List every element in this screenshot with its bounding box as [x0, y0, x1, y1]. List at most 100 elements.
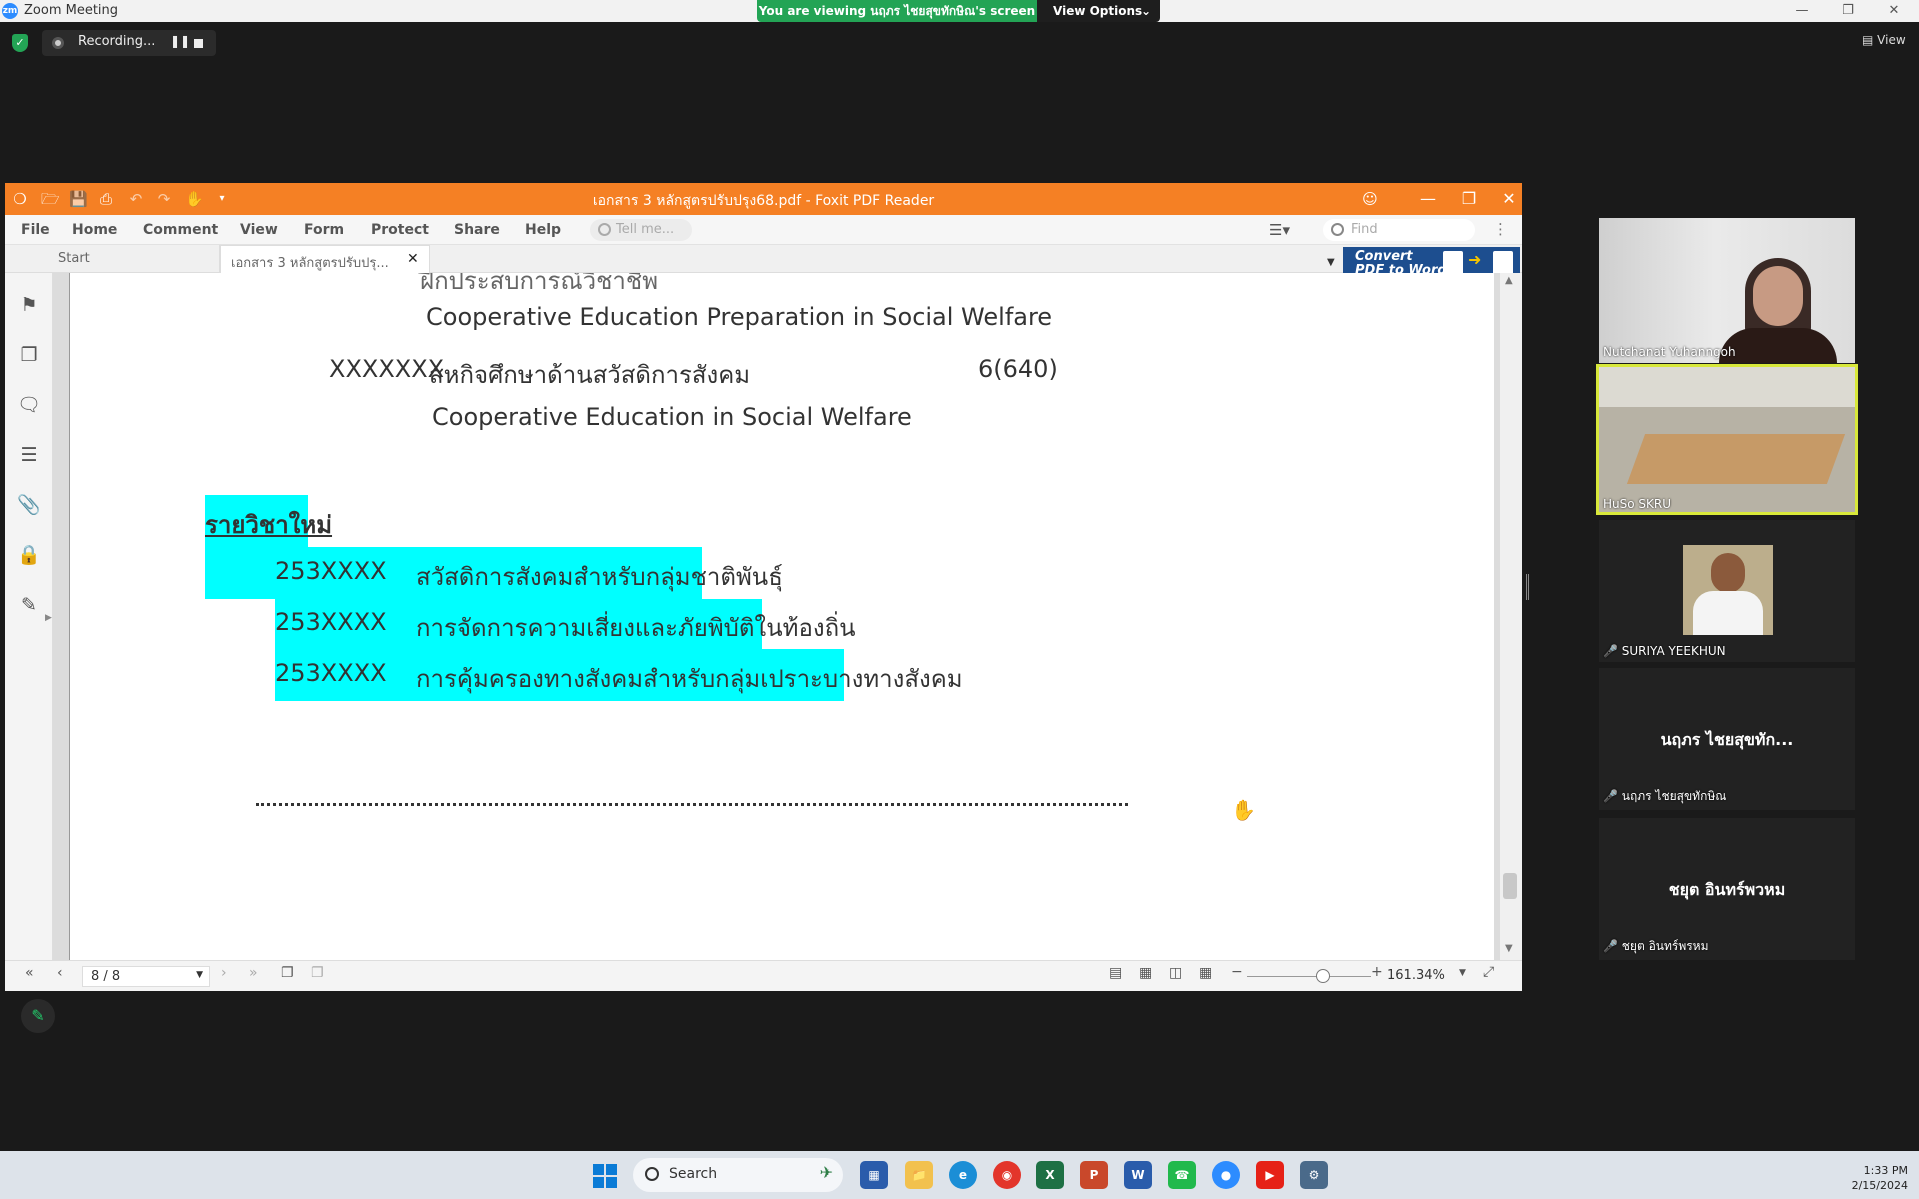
menu-comment[interactable]: Comment — [143, 222, 218, 238]
participant-display-name: นฤภร ไชยสุขทัก... — [1660, 730, 1794, 749]
scroll-down-icon[interactable]: ▼ — [1505, 943, 1513, 954]
ad-dropdown-icon[interactable]: ▼ — [1327, 257, 1335, 268]
menu-share[interactable]: Share — [454, 222, 500, 238]
photo-face — [1711, 553, 1745, 593]
windows-start-icon[interactable] — [593, 1164, 617, 1188]
viewing-banner: You are viewing นฤภร ไชยสุขทักษิณ's scre… — [757, 0, 1037, 22]
splitter-handle[interactable] — [1526, 574, 1529, 600]
menu-form[interactable]: Form — [304, 222, 344, 238]
participant-tile[interactable]: ชยุต อินทร์พวหม 🎤 ชยุต อินทร์พรหม — [1599, 818, 1855, 960]
restore-icon[interactable]: ❐ — [1830, 1, 1866, 21]
stop-recording-icon[interactable] — [194, 39, 203, 48]
facing-page-icon[interactable]: ◫ — [1169, 965, 1182, 981]
next-view-icon[interactable]: ❐ — [311, 965, 324, 981]
menu-help[interactable]: Help — [525, 222, 561, 238]
zoom-slider-knob[interactable] — [1316, 969, 1330, 983]
zoom-app-icon[interactable]: ● — [1212, 1161, 1240, 1189]
store-app-icon[interactable]: ▦ — [860, 1161, 888, 1189]
continuous-page-icon[interactable]: ▦ — [1139, 965, 1152, 981]
clock-time: 1:33 PM — [1863, 1164, 1908, 1177]
search-icon — [1331, 223, 1344, 236]
zoom-out-icon[interactable]: − — [1231, 964, 1243, 980]
comments-icon[interactable]: 🗨 — [17, 393, 41, 417]
taskbar-search-label: Search — [669, 1166, 718, 1182]
first-page-icon[interactable]: « — [25, 965, 34, 981]
layers-icon[interactable]: ☰ — [17, 443, 41, 467]
page-number-input[interactable]: 8 / 8 ▼ — [82, 966, 210, 987]
chevron-down-icon: ⌄ — [1141, 4, 1152, 18]
participant-tile[interactable]: 🎤 SURIYA YEEKHUN — [1599, 520, 1855, 662]
single-page-icon[interactable]: ▤ — [1109, 965, 1122, 981]
chrome-icon[interactable]: ◉ — [993, 1161, 1021, 1189]
tab-document[interactable]: เอกสาร 3 หลักสูตรปรับปรุ... ✕ — [220, 245, 430, 273]
settings-app-icon[interactable]: ⚙ — [1300, 1161, 1328, 1189]
tell-me-placeholder: Tell me... — [616, 222, 675, 237]
tab-start-label: Start — [58, 251, 90, 266]
participant-tile[interactable]: Nutchanat Yuhanngoh — [1599, 218, 1855, 363]
document-area[interactable]: ฝึกประสบการณ์วิชาชีพ Cooperative Educati… — [53, 273, 1500, 960]
close-icon[interactable]: ✕ — [1876, 1, 1912, 21]
taskbar-clock[interactable]: 1:33 PM 2/15/2024 — [1820, 1163, 1908, 1193]
line-icon[interactable]: ☎ — [1168, 1161, 1196, 1189]
word-icon[interactable]: W — [1124, 1161, 1152, 1189]
vertical-scrollbar[interactable]: ▲ ▼ — [1500, 273, 1522, 960]
previous-view-icon[interactable]: ❐ — [281, 965, 294, 981]
view-options-label: View Options — [1053, 4, 1143, 18]
participant-display-name: ชยุต อินทร์พวหม — [1668, 880, 1786, 899]
close-tab-icon[interactable]: ✕ — [407, 251, 419, 267]
shield-icon[interactable]: ✓ — [12, 34, 28, 52]
menu-view[interactable]: View — [240, 222, 278, 238]
participant-tile[interactable]: นฤภร ไชยสุขทัก... 🎤 นฤภร ไชยสุขทักษิณ — [1599, 668, 1855, 810]
prev-page-icon[interactable]: ‹ — [57, 965, 63, 981]
pause-recording-icon[interactable]: ❚❚ — [170, 34, 190, 48]
tell-me-search[interactable]: Tell me... — [590, 219, 692, 241]
bookmark-icon[interactable]: ⚑ — [17, 293, 41, 317]
signature-icon[interactable]: ✎ — [17, 593, 41, 617]
powerpoint-icon[interactable]: P — [1080, 1161, 1108, 1189]
minimize-icon[interactable]: — — [1784, 1, 1820, 21]
next-page-icon[interactable]: › — [221, 965, 227, 981]
foxit-close-icon[interactable]: ✕ — [1494, 189, 1522, 208]
scroll-up-icon[interactable]: ▲ — [1505, 275, 1513, 286]
expand-sidebar-icon[interactable]: ▶ — [45, 613, 52, 623]
more-options-icon[interactable]: ⋮ — [1493, 220, 1508, 238]
foxit-restore-icon[interactable]: ❐ — [1454, 189, 1484, 208]
continuous-facing-icon[interactable]: ▦ — [1199, 965, 1212, 981]
zoom-dropdown-icon[interactable]: ▼ — [1459, 968, 1466, 978]
scroll-thumb[interactable] — [1503, 873, 1517, 899]
participant-name-row: 🎤 นฤภร ไชยสุขทักษิณ — [1603, 787, 1726, 806]
youtube-icon[interactable]: ▶ — [1256, 1161, 1284, 1189]
page-indicator: 8 / 8 — [91, 969, 121, 984]
taskbar-search[interactable]: Search ✈ — [633, 1158, 843, 1192]
participant-body — [1719, 328, 1837, 363]
zoom-in-icon[interactable]: + — [1371, 964, 1383, 980]
muted-mic-icon: 🎤 — [1603, 939, 1618, 953]
foxit-minimize-icon[interactable]: — — [1413, 189, 1443, 208]
zoom-level[interactable]: 161.34% — [1387, 968, 1445, 983]
pages-icon[interactable]: ❐ — [17, 343, 41, 367]
menu-home[interactable]: Home — [72, 222, 117, 238]
foxit-title: เอกสาร 3 หลักสูตรปรับปรุง68.pdf - Foxit … — [592, 193, 935, 209]
edge-icon[interactable]: e — [949, 1161, 977, 1189]
participant-tile-active[interactable]: HuSo SKRU — [1596, 364, 1858, 515]
zoom-slider[interactable] — [1247, 976, 1371, 977]
account-icon[interactable]: ☺ — [1361, 190, 1379, 208]
menu-protect[interactable]: Protect — [371, 222, 429, 238]
view-options-button[interactable]: View Options ⌄ — [1037, 0, 1160, 22]
last-page-icon[interactable]: » — [249, 965, 258, 981]
menu-file[interactable]: File — [21, 222, 50, 238]
course-title-en-2: Cooperative Education in Social Welfare — [432, 403, 912, 431]
excel-icon[interactable]: X — [1036, 1161, 1064, 1189]
annotate-pencil-icon[interactable]: ✎ — [21, 999, 55, 1033]
view-button[interactable]: ▤ View — [1862, 33, 1906, 47]
foxit-sidebar: ⚑ ❐ 🗨 ☰ 📎 🔒 ✎ ▶ — [5, 273, 53, 960]
attachment-icon[interactable]: 📎 — [17, 493, 41, 517]
lock-icon[interactable]: 🔒 — [17, 543, 41, 567]
fullscreen-icon[interactable]: ⤢ — [1483, 964, 1494, 980]
tab-start[interactable]: Start — [48, 245, 220, 273]
dotted-rule — [256, 803, 1128, 806]
search-options-icon[interactable]: ☰▾ — [1269, 221, 1290, 239]
new-course-code: 253XXXX — [275, 557, 387, 585]
find-input[interactable]: Find — [1323, 219, 1475, 241]
file-explorer-icon[interactable]: 📁 — [905, 1161, 933, 1189]
